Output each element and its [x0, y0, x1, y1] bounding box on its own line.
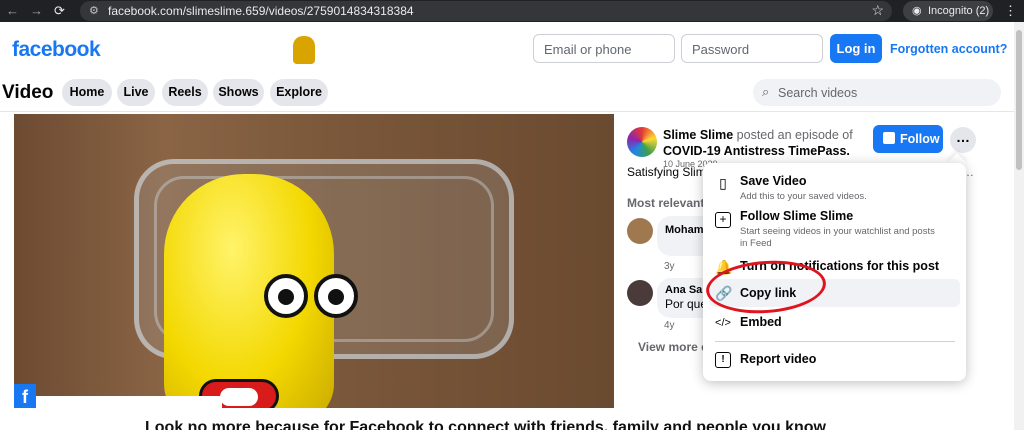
post-header: Slime Slime posted an episode of COVID-1… — [663, 127, 853, 159]
more-options-button[interactable]: … — [950, 127, 976, 153]
video-overlay-bar — [36, 396, 222, 408]
incognito-icon: ◉ — [912, 5, 922, 17]
comment-time[interactable]: 4y — [664, 320, 675, 331]
video-player[interactable] — [14, 114, 614, 408]
video-frame-pupil — [278, 289, 294, 305]
menu-item-sub: Start seeing videos in your watchlist an… — [740, 226, 935, 249]
video-nav: Video Home Live Reels Shows Explore ⌕ Se… — [0, 72, 1014, 112]
video-frame-eye-left — [264, 274, 308, 318]
forgot-account-link[interactable]: Forgotten account? — [890, 42, 1007, 56]
reload-icon[interactable]: ⟳ — [54, 3, 65, 19]
video-search-input[interactable]: Search videos — [778, 86, 857, 100]
code-icon: </> — [715, 317, 731, 329]
back-arrow-icon[interactable]: ← — [6, 3, 19, 18]
site-info-icon[interactable]: ⚙ — [89, 4, 99, 17]
incognito-badge[interactable]: ◉ Incognito (2) — [903, 1, 993, 21]
tab-home[interactable]: Home — [62, 79, 112, 106]
follow-label: Follow — [900, 132, 940, 146]
series-link[interactable]: COVID-19 Antistress TimePass. — [663, 144, 850, 158]
address-bar[interactable]: ⚙ facebook.com/slimeslime.659/videos/275… — [80, 1, 892, 21]
comment-time[interactable]: 3y — [664, 261, 675, 272]
bottom-caption: Look no more because for Facebook to con… — [145, 419, 826, 430]
comment-text: Por que — [665, 297, 708, 311]
plus-square-icon: + — [715, 212, 731, 228]
menu-divider — [715, 341, 955, 342]
tab-shows[interactable]: Shows — [213, 79, 264, 106]
tab-live[interactable]: Live — [117, 79, 155, 106]
page-scrollbar[interactable] — [1014, 22, 1024, 430]
search-icon: ⌕ — [762, 84, 770, 99]
video-frame-squishy — [164, 174, 334, 408]
author-link[interactable]: Slime Slime — [663, 128, 733, 142]
video-frame-eye-right — [314, 274, 358, 318]
menu-item-report[interactable]: ! Report video — [703, 349, 966, 373]
comments-sort-label[interactable]: Most relevant — [627, 196, 704, 210]
avatar[interactable] — [627, 218, 653, 244]
menu-item-follow[interactable]: + Follow Slime Slime Start seeing videos… — [703, 207, 966, 251]
bookmark-icon: ▯ — [719, 175, 727, 191]
video-search[interactable]: ⌕ Search videos — [753, 79, 1001, 106]
follow-button[interactable]: Follow — [873, 125, 943, 153]
incognito-label: Incognito (2) — [928, 5, 990, 17]
tab-explore[interactable]: Explore — [270, 79, 328, 106]
page-title: Video — [2, 82, 54, 103]
page-root: ← → ⟳ ⚙ facebook.com/slimeslime.659/vide… — [0, 0, 1024, 430]
menu-item-label: Follow Slime Slime — [740, 209, 854, 223]
menu-item-embed[interactable]: </> Embed — [703, 311, 966, 335]
menu-item-label: Embed — [740, 315, 782, 329]
tab-reels[interactable]: Reels — [162, 79, 208, 106]
video-frame-stem — [293, 36, 315, 64]
menu-item-sub: Add this to your saved videos. — [740, 191, 867, 202]
facebook-header: facebook Email or phone Password Log in … — [0, 22, 1024, 72]
forward-arrow-icon[interactable]: → — [30, 3, 43, 18]
login-button[interactable]: Log in — [830, 34, 882, 63]
follow-icon — [883, 132, 895, 144]
email-field[interactable]: Email or phone — [533, 34, 675, 63]
post-action-text: posted an episode of — [736, 128, 853, 142]
menu-item-label: Save Video — [740, 174, 807, 188]
avatar[interactable] — [627, 127, 657, 157]
browser-menu-icon[interactable]: ⋮ — [1004, 3, 1017, 19]
address-url[interactable]: facebook.com/slimeslime.659/videos/27590… — [108, 4, 414, 18]
browser-toolbar: ← → ⟳ ⚙ facebook.com/slimeslime.659/vide… — [0, 0, 1024, 22]
facebook-logo[interactable]: facebook — [12, 38, 101, 62]
bookmark-star-icon[interactable]: ☆ — [871, 2, 884, 19]
post-caption: Satisfying Slime — [627, 165, 713, 179]
password-field[interactable]: Password — [681, 34, 823, 63]
menu-item-label: Report video — [740, 352, 817, 366]
video-frame-teeth — [220, 388, 258, 406]
avatar[interactable] — [627, 280, 653, 306]
report-icon: ! — [715, 352, 731, 368]
menu-item-save-video[interactable]: ▯ Save Video Add this to your saved vide… — [703, 173, 966, 203]
facebook-watermark-icon: f — [14, 384, 36, 408]
scrollbar-thumb[interactable] — [1016, 30, 1022, 170]
video-frame-pupil — [328, 289, 344, 305]
